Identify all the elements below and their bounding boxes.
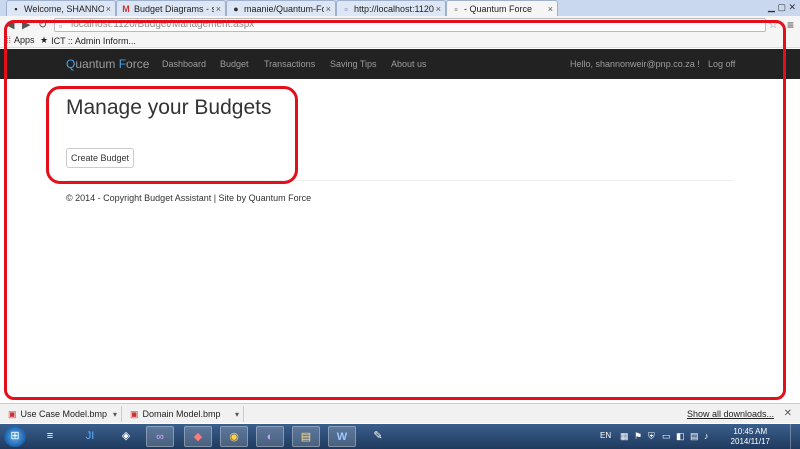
- github-icon: ●: [233, 3, 239, 14]
- eclipse-app-icon[interactable]: ◐: [256, 426, 284, 447]
- chrome-app-icon[interactable]: ◉: [220, 426, 248, 447]
- network-icon[interactable]: ▤: [690, 431, 699, 442]
- tab-title: maanie/Quantum-Force: [244, 3, 324, 14]
- ruby-app-icon[interactable]: ◆: [184, 426, 212, 447]
- tab-title: - Quantum Force: [464, 3, 533, 14]
- download-name: Use Case Model.bmp: [20, 409, 108, 419]
- tab-budget-diagrams[interactable]: M Budget Diagrams - shann ×: [116, 0, 226, 16]
- clock-time: 10:45 AM: [733, 427, 768, 436]
- show-desktop-button[interactable]: [790, 424, 800, 449]
- image-file-icon: ▣: [130, 408, 139, 419]
- page-icon: ▫: [454, 3, 458, 14]
- menu-icon[interactable]: ≡: [787, 18, 794, 32]
- show-all-downloads-link[interactable]: Show all downloads...: [687, 409, 774, 419]
- close-icon[interactable]: ×: [326, 4, 331, 14]
- database-app-icon[interactable]: ≡: [36, 426, 64, 447]
- tab-github[interactable]: ● maanie/Quantum-Force ×: [226, 0, 336, 16]
- flag-icon[interactable]: ⚑: [634, 431, 642, 442]
- windows-taskbar: ⊞ ≡ JI ◈ ∞ ◆ ◉ ◐ ▤ W ✎ EN ▦ ⚑ ⛨ ▭ ◧ ▤ ♪ …: [0, 424, 800, 449]
- close-icon[interactable]: ×: [436, 4, 441, 14]
- annotation-inner-rectangle: [46, 86, 298, 184]
- download-item[interactable]: ▣ Use Case Model.bmp ▾: [4, 406, 122, 422]
- close-icon[interactable]: ✕: [784, 408, 792, 419]
- tab-localhost[interactable]: ▫ http://localhost:1120/Acc ×: [336, 0, 446, 16]
- system-clock[interactable]: 10:45 AM 2014/11/17: [731, 427, 770, 447]
- chevron-down-icon[interactable]: ▾: [235, 410, 243, 419]
- blog-icon: ▪: [14, 3, 18, 14]
- display-icon[interactable]: ▭: [662, 431, 671, 442]
- chevron-down-icon[interactable]: ▾: [113, 410, 121, 419]
- close-icon[interactable]: ×: [548, 4, 553, 14]
- folder-app-icon[interactable]: ▤: [292, 426, 320, 447]
- tab-title: http://localhost:1120/Acc: [354, 3, 434, 14]
- download-name: Domain Model.bmp: [142, 409, 221, 419]
- shield-icon[interactable]: ⛨: [648, 431, 655, 442]
- visual-studio-app-icon[interactable]: ∞: [146, 426, 174, 447]
- browser-tab-strip: ▪ Welcome, SHANNON – III × M Budget Diag…: [0, 0, 800, 16]
- keyboard-icon[interactable]: ▦: [620, 431, 629, 442]
- annotation-outer-rectangle: [4, 20, 786, 400]
- language-indicator[interactable]: EN: [600, 431, 611, 440]
- gmail-icon: M: [122, 3, 130, 14]
- start-button[interactable]: ⊞: [4, 426, 26, 447]
- rubymine-app-icon[interactable]: JI: [76, 426, 104, 447]
- tab-title: Budget Diagrams - shann: [134, 3, 214, 14]
- explorer-app-icon[interactable]: ◈: [112, 426, 140, 447]
- close-icon[interactable]: ×: [106, 4, 111, 14]
- volume-icon[interactable]: ♪: [704, 431, 709, 441]
- clock-date: 2014/11/17: [730, 437, 770, 446]
- downloads-shelf: ▣ Use Case Model.bmp ▾ ▣ Domain Model.bm…: [0, 403, 800, 423]
- image-file-icon: ▣: [8, 408, 17, 419]
- tab-welcome[interactable]: ▪ Welcome, SHANNON – III ×: [6, 0, 116, 16]
- tab-quantum-force[interactable]: ▫ - Quantum Force ×: [446, 0, 558, 16]
- close-icon[interactable]: ×: [216, 4, 221, 14]
- tray-app-icon[interactable]: ◧: [676, 431, 685, 442]
- page-icon: ▫: [344, 3, 348, 14]
- window-controls[interactable]: ▁ ▢ ✕: [768, 2, 796, 13]
- tab-title: Welcome, SHANNON – III: [24, 3, 104, 14]
- word-app-icon[interactable]: W: [328, 426, 356, 447]
- download-item[interactable]: ▣ Domain Model.bmp ▾: [126, 406, 244, 422]
- tools-app-icon[interactable]: ✎: [364, 426, 392, 447]
